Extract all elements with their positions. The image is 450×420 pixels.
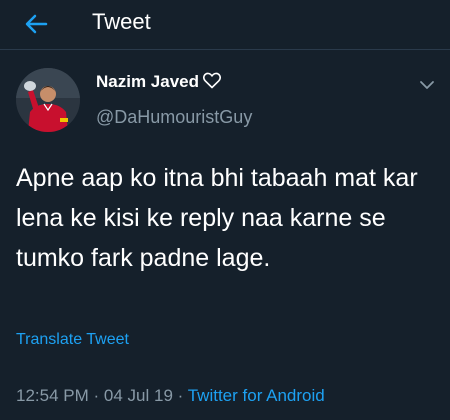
back-button[interactable] <box>22 10 50 38</box>
heart-outline-icon <box>202 72 222 94</box>
author-handle[interactable]: @DaHumouristGuy <box>96 107 252 128</box>
tweet-date: 04 Jul 19 <box>103 386 173 405</box>
tweet-time: 12:54 PM <box>16 386 89 405</box>
arrow-left-icon <box>25 14 48 34</box>
author-name[interactable]: Nazim Javed <box>96 72 222 94</box>
avatar[interactable] <box>16 68 80 132</box>
meta-separator: · <box>93 386 100 405</box>
meta-separator: · <box>177 386 184 405</box>
tweet-source-link[interactable]: Twitter for Android <box>188 386 325 405</box>
top-bar: Tweet <box>0 0 450 50</box>
page-title: Tweet <box>92 9 151 34</box>
avatar-image <box>16 68 80 132</box>
chevron-down-icon <box>420 81 434 89</box>
author-name-text: Nazim Javed <box>96 72 199 91</box>
translate-tweet-link[interactable]: Translate Tweet <box>16 331 129 349</box>
tweet-meta: 12:54 PM · 04 Jul 19 · Twitter for Andro… <box>16 386 325 406</box>
tweet-text: Apne aap ko itna bhi tabaah mat kar lena… <box>16 164 418 272</box>
more-options-button[interactable] <box>418 78 436 92</box>
